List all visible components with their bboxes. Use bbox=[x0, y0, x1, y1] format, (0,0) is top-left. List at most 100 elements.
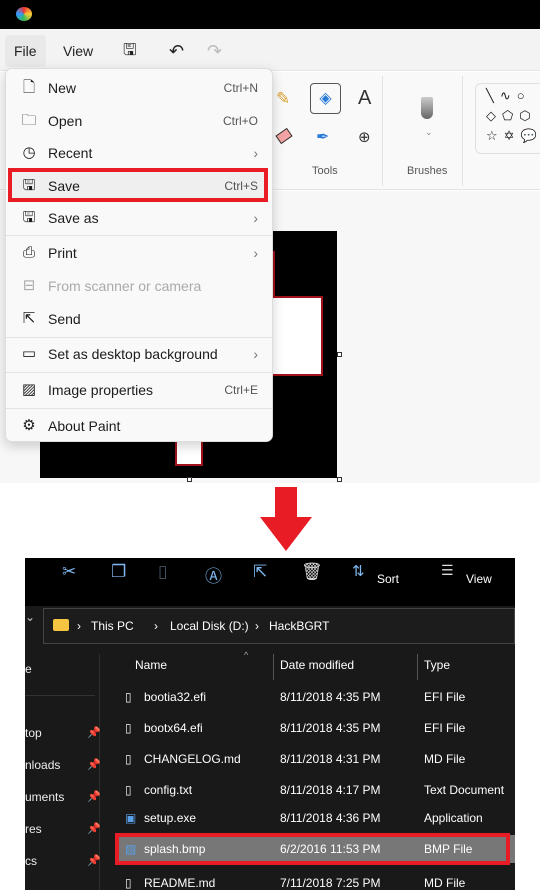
column-divider[interactable] bbox=[417, 654, 418, 680]
file-row[interactable]: ▯ bootia32.efi 8/11/2018 4:35 PM EFI Fil… bbox=[117, 683, 515, 711]
nav-chevron-icon[interactable]: ⌄ bbox=[25, 610, 35, 624]
menu-label: Save as bbox=[48, 210, 99, 226]
pin-icon: 📌 bbox=[87, 823, 101, 835]
file-icon: ▯ bbox=[125, 752, 132, 766]
file-date: 8/11/2018 4:31 PM bbox=[280, 752, 381, 766]
redo-icon[interactable]: ↷ bbox=[198, 35, 231, 67]
view-button[interactable]: View bbox=[466, 572, 492, 586]
menu-label: Print bbox=[48, 245, 77, 261]
breadcrumb-separator: › bbox=[154, 619, 158, 633]
desktop-icon: ▭ bbox=[21, 345, 37, 362]
file-row[interactable]: ▣ setup.exe 8/11/2018 4:36 PM Applicatio… bbox=[117, 804, 515, 832]
chevron-right-icon: › bbox=[253, 245, 258, 261]
file-row[interactable]: ▯ README.md 7/11/2018 7:25 PM MD File bbox=[117, 869, 515, 890]
shape-icons-row: ◇⬠⬡ bbox=[486, 108, 537, 123]
nav-item[interactable]: res bbox=[25, 822, 42, 836]
address-bar[interactable]: › This PC › Local Disk (D:) › HackBGRT bbox=[43, 608, 515, 644]
pencil-icon[interactable]: ✎ bbox=[276, 89, 290, 109]
column-header-name[interactable]: Name bbox=[135, 658, 167, 672]
menu-item-set-desktop-background[interactable]: ▭ Set as desktop background › bbox=[6, 338, 272, 370]
brush-icon[interactable] bbox=[421, 97, 433, 119]
column-divider[interactable] bbox=[273, 654, 274, 680]
menu-item-image-properties[interactable]: ▨ Image properties Ctrl+E bbox=[6, 374, 272, 406]
file-date: 8/11/2018 4:35 PM bbox=[280, 721, 381, 735]
chevron-down-icon[interactable]: ⌄ bbox=[425, 127, 433, 138]
paint-menubar: File View 🖫 ↶ ↷ bbox=[0, 29, 540, 71]
nav-item[interactable]: e bbox=[25, 662, 32, 676]
file-type: EFI File bbox=[424, 721, 466, 735]
folder-icon: 🗀 bbox=[21, 112, 37, 129]
menu-item-recent[interactable]: ◷ Recent › bbox=[6, 137, 272, 169]
menu-label: New bbox=[48, 80, 77, 96]
file-name: config.txt bbox=[144, 783, 193, 797]
nav-item[interactable]: cs bbox=[25, 854, 37, 868]
resize-handle[interactable] bbox=[337, 477, 342, 482]
resize-handle[interactable] bbox=[337, 352, 342, 357]
save-highlight-box bbox=[8, 168, 268, 202]
sort-button[interactable]: Sort bbox=[377, 572, 399, 586]
file-row[interactable]: ▯ bootx64.efi 8/11/2018 4:35 PM EFI File bbox=[117, 714, 515, 742]
nav-item[interactable]: top bbox=[25, 726, 42, 740]
menu-item-send[interactable]: ⇱ Send bbox=[6, 303, 272, 335]
menu-item-new[interactable]: 🗋 New Ctrl+N bbox=[6, 72, 272, 104]
nav-item[interactable]: uments bbox=[25, 790, 64, 804]
file-type: Text Document bbox=[424, 783, 505, 797]
shape-icons-row: ☆✡💬 bbox=[486, 128, 540, 143]
file-type: MD File bbox=[424, 876, 466, 890]
breadcrumb-hackbgrt[interactable]: HackBGRT bbox=[269, 619, 329, 633]
color-picker-icon[interactable]: ✒ bbox=[316, 127, 329, 147]
breadcrumb-separator: › bbox=[255, 619, 259, 633]
pin-icon: 📌 bbox=[87, 727, 101, 739]
cut-icon[interactable]: ✂ bbox=[62, 562, 76, 582]
divider bbox=[6, 408, 272, 409]
shortcut: Ctrl+N bbox=[223, 81, 258, 95]
clock-icon: ◷ bbox=[22, 144, 36, 161]
divider bbox=[6, 235, 272, 236]
file-menu-button[interactable]: File bbox=[5, 35, 46, 67]
file-date: 8/11/2018 4:36 PM bbox=[280, 811, 381, 825]
down-arrow-icon bbox=[260, 487, 312, 551]
file-row[interactable]: ▯ config.txt 8/11/2018 4:17 PM Text Docu… bbox=[117, 776, 515, 804]
pin-icon: 📌 bbox=[87, 759, 101, 771]
shape-icons-row: ╲∿○ bbox=[486, 88, 531, 103]
view-menu-button[interactable]: View bbox=[54, 35, 102, 67]
file-type: MD File bbox=[424, 752, 466, 766]
menu-label: About Paint bbox=[48, 418, 121, 434]
divider bbox=[382, 76, 383, 186]
breadcrumb-this-pc[interactable]: This PC bbox=[91, 619, 134, 633]
eraser-icon[interactable] bbox=[275, 127, 293, 145]
menu-label: Open bbox=[48, 113, 83, 129]
copy-icon[interactable]: ❐ bbox=[111, 562, 126, 582]
column-header-date[interactable]: Date modified bbox=[280, 658, 354, 672]
file-date: 8/11/2018 4:17 PM bbox=[280, 783, 381, 797]
file-icon: ▯ bbox=[125, 721, 132, 735]
file-icon: ▯ bbox=[125, 783, 132, 797]
menu-item-from-scanner: ⊟ From scanner or camera bbox=[6, 270, 272, 302]
file-name: README.md bbox=[144, 876, 216, 890]
text-icon[interactable]: A bbox=[358, 87, 371, 110]
menu-item-print[interactable]: ⎙ Print › bbox=[6, 237, 272, 269]
view-icon: ☰ bbox=[441, 562, 454, 578]
rename-icon[interactable]: Ⓐ bbox=[205, 562, 222, 587]
new-file-icon: 🗋 bbox=[22, 79, 36, 96]
chevron-right-icon: › bbox=[253, 145, 258, 161]
share-icon[interactable]: ⇱ bbox=[253, 562, 267, 582]
menu-item-open[interactable]: 🗀 Open Ctrl+O bbox=[6, 105, 272, 137]
column-header-type[interactable]: Type bbox=[424, 658, 450, 672]
file-icon: ▣ bbox=[125, 811, 137, 825]
resize-handle[interactable] bbox=[187, 477, 192, 482]
delete-icon[interactable]: 🗑 bbox=[301, 562, 323, 582]
sort-icon: ⇅ bbox=[352, 563, 365, 580]
divider bbox=[6, 372, 272, 373]
breadcrumb-local-disk[interactable]: Local Disk (D:) bbox=[170, 619, 249, 633]
file-row[interactable]: ▯ CHANGELOG.md 8/11/2018 4:31 PM MD File bbox=[117, 745, 515, 773]
undo-icon[interactable]: ↶ bbox=[160, 35, 193, 67]
fill-bucket-icon[interactable]: ◈ bbox=[310, 83, 341, 114]
save-icon[interactable]: 🖫 bbox=[114, 35, 146, 67]
menu-item-save-as[interactable]: 🖫 Save as › bbox=[6, 202, 272, 234]
scanner-icon: ⊟ bbox=[22, 277, 36, 294]
menu-item-about-paint[interactable]: ⚙ About Paint bbox=[6, 410, 272, 442]
magnifier-icon[interactable]: ⊕ bbox=[358, 128, 371, 146]
nav-item[interactable]: nloads bbox=[25, 758, 60, 772]
shapes-gallery[interactable]: ╲∿○ ◇⬠⬡ ☆✡💬 bbox=[475, 83, 540, 154]
